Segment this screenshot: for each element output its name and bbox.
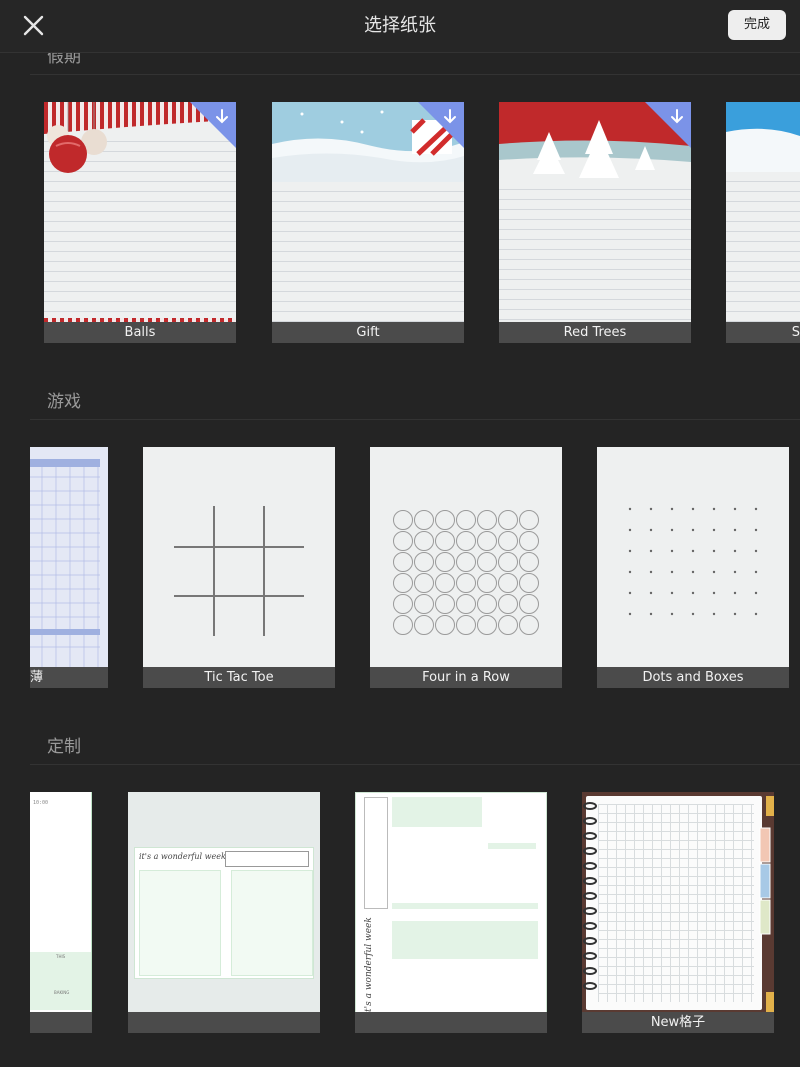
paper-card-dots-and-boxes[interactable]: Dots and Boxes (597, 447, 789, 688)
section-divider (30, 74, 800, 75)
card-caption: S (726, 322, 800, 343)
paper-card-red-trees[interactable]: Red Trees (499, 102, 691, 343)
binder-rings (583, 796, 774, 1012)
score-sheet-preview (30, 459, 100, 667)
download-icon[interactable] (645, 102, 691, 148)
section-divider (30, 419, 800, 420)
paper-preview (370, 447, 562, 668)
paper-preview (44, 102, 236, 323)
card-caption: Red Trees (499, 322, 691, 343)
paper-preview (597, 447, 789, 668)
card-caption: Four in a Row (370, 667, 562, 688)
card-caption: Tic Tac Toe (143, 667, 335, 688)
download-icon[interactable] (190, 102, 236, 148)
paper-preview: it's a wonderful week (128, 792, 320, 1013)
card-caption (128, 1012, 320, 1033)
paper-preview: 10:00 THIS BAKING (30, 792, 92, 1013)
paper-preview (726, 102, 800, 323)
paper-card-partial-left[interactable]: 薄 (30, 447, 108, 688)
paper-card-gift[interactable]: Gift (272, 102, 464, 343)
section-label-games: 游戏 (47, 392, 81, 412)
card-caption: Dots and Boxes (597, 667, 789, 688)
tic-tac-toe-grid (174, 506, 304, 636)
page-title: 选择纸张 (364, 15, 436, 36)
paper-preview (143, 447, 335, 668)
paper-card-planner-landscape[interactable]: it's a wonderful week (128, 792, 320, 1033)
card-caption (355, 1012, 547, 1033)
paper-preview (499, 102, 691, 323)
card-caption: Gift (272, 322, 464, 343)
section-label-custom: 定制 (47, 737, 81, 757)
done-button[interactable]: 完成 (728, 10, 786, 40)
planner-title: it's a wonderful week (139, 852, 226, 861)
paper-preview: it's a wonderful week (355, 792, 547, 1013)
dots-grid (628, 507, 758, 616)
paper-card-four-in-a-row[interactable]: Four in a Row (370, 447, 562, 688)
paper-card-balls[interactable]: Balls (44, 102, 236, 343)
paper-card-new-grid[interactable]: New格子 (582, 792, 774, 1033)
planner-title: it's a wonderful week (363, 917, 374, 1013)
paper-card-partial-left[interactable]: 10:00 THIS BAKING (30, 792, 92, 1033)
paper-card-planner-portrait[interactable]: it's a wonderful week (355, 792, 547, 1033)
top-bar: 选择纸张 完成 (0, 0, 800, 53)
card-caption (30, 1012, 92, 1033)
card-caption: Balls (44, 322, 236, 343)
paper-card-partial[interactable]: S (726, 102, 800, 343)
card-caption: New格子 (582, 1012, 774, 1033)
paper-card-tic-tac-toe[interactable]: Tic Tac Toe (143, 447, 335, 688)
paper-preview (272, 102, 464, 323)
card-caption: 薄 (30, 667, 108, 688)
section-divider (30, 764, 800, 765)
paper-preview (582, 792, 774, 1013)
download-icon[interactable] (418, 102, 464, 148)
paper-preview (30, 447, 108, 668)
four-in-a-row-board (393, 510, 539, 635)
time-label: 10:00 (33, 800, 49, 806)
